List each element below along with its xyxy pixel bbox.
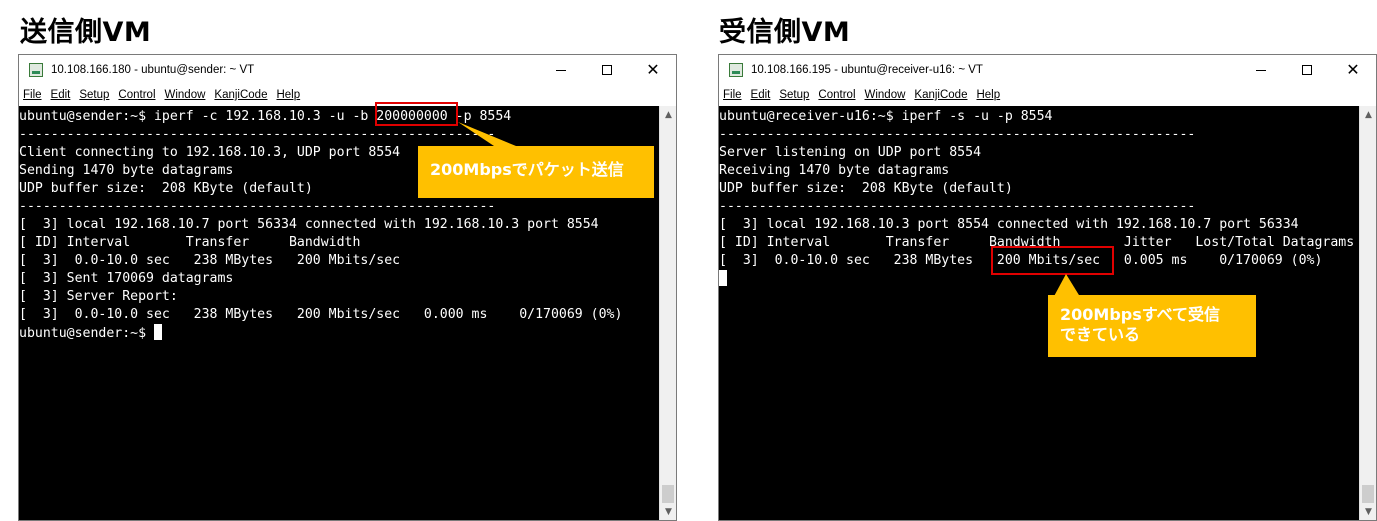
terminal-line: Sending 1470 byte datagrams	[19, 163, 234, 178]
receiver-window-title: 10.108.166.195 - ubuntu@receiver-u16: ~ …	[751, 64, 983, 76]
receiver-callout: 200Mbpsすべて受信 できている	[1048, 295, 1256, 357]
sender-callout: 200Mbpsでパケット送信	[418, 146, 654, 198]
menu-window[interactable]: Window	[865, 89, 906, 101]
terminal-line: Receiving 1470 byte datagrams	[719, 163, 950, 178]
terminal-line: [ ID] Interval Transfer Bandwidth	[19, 235, 361, 250]
scroll-up-icon[interactable]: ▲	[1360, 106, 1377, 123]
terminal-line: ----------------------------------------…	[719, 199, 1196, 214]
minimize-button[interactable]	[1238, 55, 1284, 85]
terminal-line: [ 3] local 192.168.10.3 port 8554 connec…	[719, 217, 1299, 232]
receiver-heading: 受信側VM	[719, 17, 851, 48]
scroll-up-icon[interactable]: ▲	[660, 106, 677, 123]
maximize-button[interactable]	[584, 55, 630, 85]
menu-help[interactable]: Help	[276, 89, 300, 101]
terminal-line: UDP buffer size: 208 KByte (default)	[19, 181, 313, 196]
terminal-line: Client connecting to 192.168.10.3, UDP p…	[19, 145, 401, 160]
sender-scrollbar[interactable]: ▲ ▼	[659, 106, 676, 520]
scrollbar-thumb[interactable]	[662, 485, 674, 503]
sender-callout-text: 200Mbpsでパケット送信	[430, 160, 624, 179]
terminal-line: Server listening on UDP port 8554	[719, 145, 982, 160]
teraterm-app-icon[interactable]	[29, 63, 43, 77]
menu-setup[interactable]: Setup	[79, 89, 109, 101]
terminal-line: [ 3] Sent 170069 datagrams	[19, 271, 234, 286]
menu-file[interactable]: File	[723, 89, 742, 101]
terminal-line: ubuntu@receiver-u16:~$ iperf -s -u -p 85…	[719, 109, 1053, 124]
sender-bandwidth-highlight	[375, 102, 458, 126]
terminal-line: [ 3] 0.0-10.0 sec 238 MBytes 200 Mbits/s…	[19, 307, 623, 322]
terminal-line: ----------------------------------------…	[19, 199, 496, 214]
maximize-button[interactable]	[1284, 55, 1330, 85]
terminal-cursor	[719, 270, 727, 286]
terminal-prompt-line[interactable]: ubuntu@sender:~$	[19, 324, 162, 342]
receiver-callout-line1: 200Mbpsすべて受信	[1060, 305, 1220, 324]
menu-edit[interactable]: Edit	[751, 89, 771, 101]
sender-heading: 送信側VM	[20, 17, 152, 48]
terminal-prompt: ubuntu@sender:~$	[19, 326, 154, 341]
close-button[interactable]: ✕	[630, 55, 676, 85]
terminal-line: [ 3] 0.0-10.0 sec 238 MBytes 200 Mbits/s…	[19, 253, 401, 268]
terminal-line: [ 3] local 192.168.10.7 port 56334 conne…	[19, 217, 599, 232]
minimize-icon	[1256, 69, 1266, 71]
maximize-icon	[602, 65, 612, 75]
terminal-prompt-line[interactable]	[719, 270, 727, 288]
minimize-icon	[556, 69, 566, 71]
receiver-menubar: File Edit Setup Control Window KanjiCode…	[719, 85, 1376, 105]
terminal-cursor	[153, 324, 162, 340]
terminal-line: [ 3] Server Report:	[19, 289, 178, 304]
minimize-button[interactable]	[538, 55, 584, 85]
receiver-titlebar[interactable]: 10.108.166.195 - ubuntu@receiver-u16: ~ …	[719, 55, 1376, 85]
menu-setup[interactable]: Setup	[779, 89, 809, 101]
receiver-callout-line2: できている	[1060, 325, 1141, 344]
menu-help[interactable]: Help	[976, 89, 1000, 101]
receiver-scrollbar[interactable]: ▲ ▼	[1359, 106, 1376, 520]
menu-kanjicode[interactable]: KanjiCode	[214, 89, 267, 101]
terminal-line: ----------------------------------------…	[19, 127, 496, 142]
terminal-line: UDP buffer size: 208 KByte (default)	[719, 181, 1013, 196]
terminal-line: ----------------------------------------…	[719, 127, 1196, 142]
sender-terminal-window[interactable]: 10.108.166.180 - ubuntu@sender: ~ VT ✕ F…	[18, 54, 677, 521]
close-button[interactable]: ✕	[1330, 55, 1376, 85]
menu-edit[interactable]: Edit	[51, 89, 71, 101]
maximize-icon	[1302, 65, 1312, 75]
scroll-down-icon[interactable]: ▼	[660, 503, 677, 520]
menu-control[interactable]: Control	[818, 89, 855, 101]
teraterm-app-icon[interactable]	[729, 63, 743, 77]
close-icon: ✕	[646, 60, 660, 79]
scroll-down-icon[interactable]: ▼	[1360, 503, 1377, 520]
menu-control[interactable]: Control	[118, 89, 155, 101]
receiver-terminal-screen[interactable]: ubuntu@receiver-u16:~$ iperf -s -u -p 85…	[719, 106, 1359, 520]
close-icon: ✕	[1346, 60, 1360, 79]
sender-menubar: File Edit Setup Control Window KanjiCode…	[19, 85, 676, 105]
scrollbar-thumb[interactable]	[1362, 485, 1374, 503]
menu-kanjicode[interactable]: KanjiCode	[914, 89, 967, 101]
menu-window[interactable]: Window	[165, 89, 206, 101]
menu-file[interactable]: File	[23, 89, 42, 101]
sender-window-title: 10.108.166.180 - ubuntu@sender: ~ VT	[51, 64, 255, 76]
sender-titlebar[interactable]: 10.108.166.180 - ubuntu@sender: ~ VT ✕	[19, 55, 676, 85]
